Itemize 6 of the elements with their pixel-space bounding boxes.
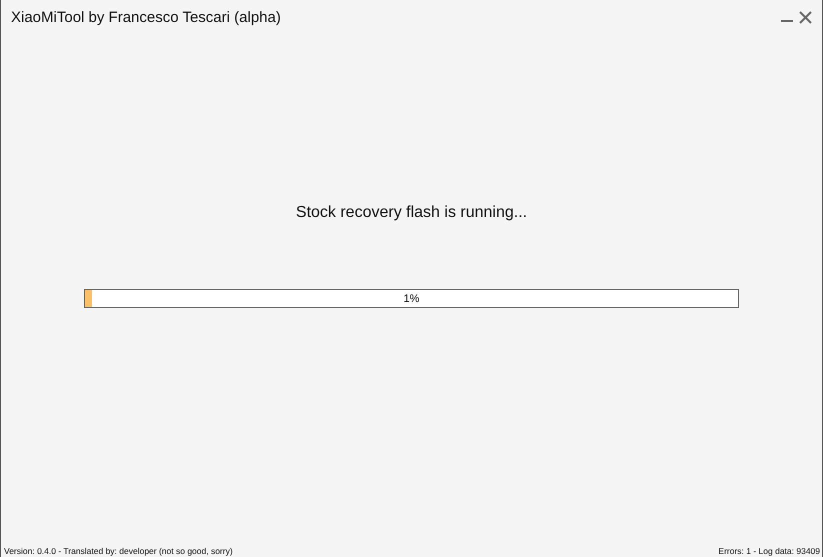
window-title: XiaoMiTool by Francesco Tescari (alpha) <box>11 8 282 26</box>
progress-percent: 1% <box>404 292 420 304</box>
version-text: Version: 0.4.0 - Translated by: developer (not so good, sorry) <box>4 546 233 556</box>
close-icon[interactable] <box>799 10 812 24</box>
log-status-text: Errors: 1 - Log data: 93409 <box>718 546 820 556</box>
status-message: Stock recovery flash is running... <box>296 204 528 222</box>
